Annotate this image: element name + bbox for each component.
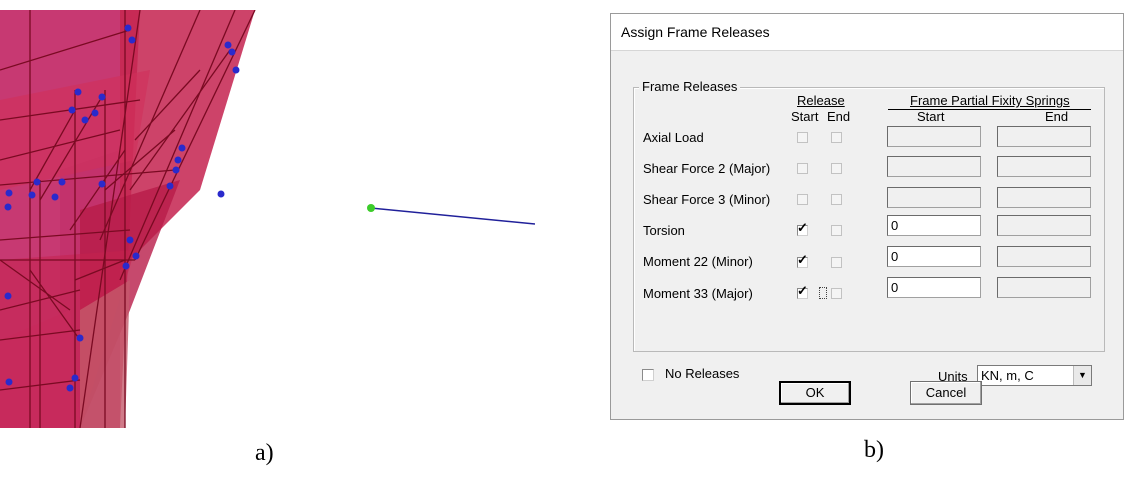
- no-releases-label: No Releases: [665, 366, 740, 381]
- torsion-start-checkbox[interactable]: ✓: [797, 221, 808, 236]
- row-label-shear-force-2: Shear Force 2 (Major): [643, 161, 771, 176]
- springs-header-rule: [888, 109, 1091, 110]
- spring-end-header: End: [1045, 109, 1069, 124]
- shear-force-2-end-checkbox[interactable]: [831, 163, 842, 174]
- moment-22-spring-start-field[interactable]: 0: [887, 246, 981, 267]
- partial-fixity-springs-header: Frame Partial Fixity Springs: [910, 93, 1070, 108]
- model-viewport[interactable]: [0, 10, 535, 428]
- axial-load-spring-start-field[interactable]: [887, 126, 981, 147]
- shear-force-3-spring-start-field[interactable]: [887, 187, 981, 208]
- dropdown-arrow-icon[interactable]: ▼: [1073, 366, 1091, 385]
- torsion-spring-end-field[interactable]: [997, 215, 1091, 236]
- shear-force-2-start-checkbox[interactable]: [797, 163, 808, 174]
- frame-releases-group-title: Frame Releases: [639, 79, 741, 94]
- spring-start-header: Start: [917, 109, 945, 124]
- caption-a: a): [255, 440, 274, 466]
- check-mark-icon: ✓: [797, 220, 808, 235]
- row-label-axial-load: Axial Load: [643, 130, 704, 145]
- moment-33-start-checkbox[interactable]: ✓: [797, 284, 808, 299]
- row-label-moment-22: Moment 22 (Minor): [643, 254, 753, 269]
- shear-force-2-spring-start-field[interactable]: [887, 156, 981, 177]
- units-select[interactable]: KN, m, C ▼: [977, 365, 1092, 386]
- moment-22-spring-end-field[interactable]: [997, 246, 1091, 267]
- assign-frame-releases-dialog: Assign Frame Releases Frame Releases Rel…: [610, 13, 1124, 420]
- focus-rectangle: [819, 287, 827, 299]
- row-label-shear-force-3: Shear Force 3 (Minor): [643, 192, 771, 207]
- dialog-body: Frame Releases Release Start End Frame P…: [613, 51, 1123, 419]
- shear-force-3-spring-end-field[interactable]: [997, 187, 1091, 208]
- release-header: Release: [797, 93, 845, 108]
- release-start-header: Start: [791, 109, 819, 124]
- units-value: KN, m, C: [981, 368, 1034, 383]
- moment-33-end-checkbox[interactable]: [831, 288, 842, 299]
- frame-model-canvas: [0, 10, 535, 428]
- moment-22-end-checkbox[interactable]: [831, 257, 842, 268]
- ok-button[interactable]: OK: [779, 381, 851, 405]
- check-mark-icon: ✓: [797, 252, 808, 267]
- row-label-moment-33: Moment 33 (Major): [643, 286, 753, 301]
- axial-load-end-checkbox[interactable]: [831, 132, 842, 143]
- check-mark-icon: ✓: [797, 283, 808, 298]
- no-releases-checkbox[interactable]: [642, 369, 654, 381]
- moment-22-start-checkbox[interactable]: ✓: [797, 253, 808, 268]
- dialog-titlebar[interactable]: Assign Frame Releases: [611, 14, 1123, 51]
- cancel-button[interactable]: Cancel: [910, 381, 982, 405]
- moment-33-spring-end-field[interactable]: [997, 277, 1091, 298]
- release-end-header: End: [827, 109, 851, 124]
- shear-force-3-end-checkbox[interactable]: [831, 194, 842, 205]
- row-label-torsion: Torsion: [643, 223, 685, 238]
- shear-force-3-start-checkbox[interactable]: [797, 194, 808, 205]
- dialog-title: Assign Frame Releases: [621, 24, 770, 40]
- caption-b: b): [864, 437, 884, 463]
- axial-load-start-checkbox[interactable]: [797, 132, 808, 143]
- shear-force-2-spring-end-field[interactable]: [997, 156, 1091, 177]
- torsion-end-checkbox[interactable]: [831, 225, 842, 236]
- moment-33-spring-start-field[interactable]: 0: [887, 277, 981, 298]
- torsion-spring-start-field[interactable]: 0: [887, 215, 981, 236]
- axial-load-spring-end-field[interactable]: [997, 126, 1091, 147]
